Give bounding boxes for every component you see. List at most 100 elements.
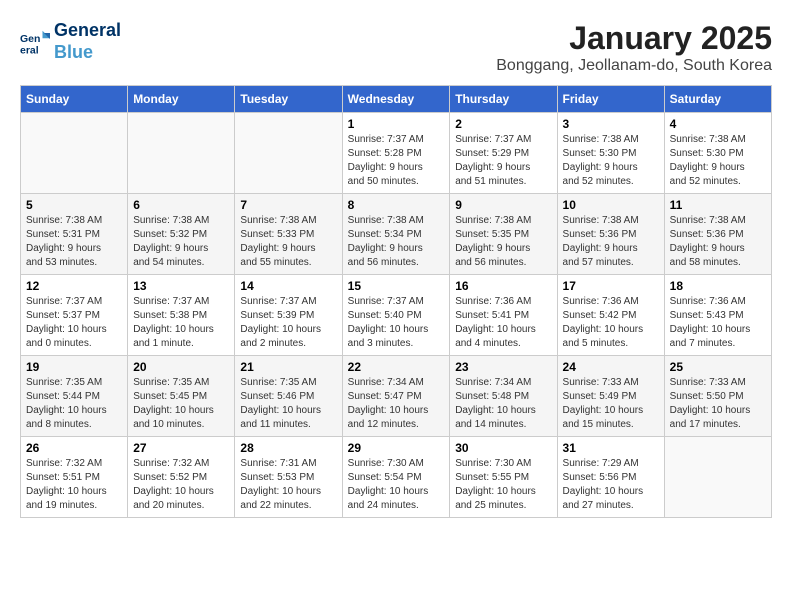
week-row-5: 26Sunrise: 7:32 AM Sunset: 5:51 PM Dayli… <box>21 437 772 518</box>
calendar-cell: 8 Sunrise: 7:38 AM Sunset: 5:34 PM Daylig… <box>342 194 450 275</box>
calendar-cell: 23 Sunrise: 7:34 AM Sunset: 5:48 PM Dayli… <box>450 356 557 437</box>
weekday-header-wednesday: Wednesday <box>342 86 450 113</box>
calendar-cell: 3Sunrise: 7:38 AM Sunset: 5:30 PM Daylig… <box>557 113 664 194</box>
day-info: Sunrise: 7:38 AM Sunset: 5:31 PM Dayligh… <box>26 214 122 270</box>
day-number: 5 <box>26 198 122 212</box>
day-number: 2 <box>455 117 551 131</box>
day-info: Sunrise: 7:38 AM Sunset: 5:32 PM Dayligh… <box>133 214 229 270</box>
weekday-header-row: SundayMondayTuesdayWednesdayThursdayFrid… <box>21 86 772 113</box>
calendar-cell: 13Sunrise: 7:37 AM Sunset: 5:38 PM Dayli… <box>128 275 235 356</box>
day-info: Sunrise: 7:35 AM Sunset: 5:45 PM Dayligh… <box>133 376 229 432</box>
month-title: January 2025 <box>496 20 772 57</box>
title-area: January 2025 Bonggang, Jeollanam-do, Sou… <box>496 20 772 75</box>
day-number: 1 <box>348 117 445 131</box>
calendar-cell: 21 Sunrise: 7:35 AM Sunset: 5:46 PM Dayli… <box>235 356 342 437</box>
calendar-cell: 22 Sunrise: 7:34 AM Sunset: 5:47 PM Dayli… <box>342 356 450 437</box>
week-row-1: 1 Sunrise: 7:37 AM Sunset: 5:28 PM Daylig… <box>21 113 772 194</box>
day-number: 27 <box>133 441 229 455</box>
day-number: 19 <box>26 360 122 374</box>
logo-line2: Blue <box>54 42 121 64</box>
weekday-header-saturday: Saturday <box>664 86 771 113</box>
day-number: 24 <box>563 360 659 374</box>
calendar-cell: 19Sunrise: 7:35 AM Sunset: 5:44 PM Dayli… <box>21 356 128 437</box>
calendar-cell: 11 Sunrise: 7:38 AM Sunset: 5:36 PM Dayli… <box>664 194 771 275</box>
calendar-cell: 28 Sunrise: 7:31 AM Sunset: 5:53 PM Dayli… <box>235 437 342 518</box>
day-number: 30 <box>455 441 551 455</box>
day-info: Sunrise: 7:35 AM Sunset: 5:46 PM Dayligh… <box>240 376 336 432</box>
day-number: 11 <box>670 198 766 212</box>
day-info: Sunrise: 7:38 AM Sunset: 5:36 PM Dayligh… <box>563 214 659 270</box>
day-number: 7 <box>240 198 336 212</box>
svg-text:eral: eral <box>20 44 39 56</box>
day-info: Sunrise: 7:37 AM Sunset: 5:29 PM Dayligh… <box>455 133 551 189</box>
day-number: 17 <box>563 279 659 293</box>
day-number: 23 <box>455 360 551 374</box>
week-row-4: 19Sunrise: 7:35 AM Sunset: 5:44 PM Dayli… <box>21 356 772 437</box>
logo-text: General Blue <box>54 20 121 63</box>
day-number: 31 <box>563 441 659 455</box>
calendar-cell: 29Sunrise: 7:30 AM Sunset: 5:54 PM Dayli… <box>342 437 450 518</box>
calendar-cell: 20Sunrise: 7:35 AM Sunset: 5:45 PM Dayli… <box>128 356 235 437</box>
weekday-header-thursday: Thursday <box>450 86 557 113</box>
weekday-header-monday: Monday <box>128 86 235 113</box>
weekday-header-sunday: Sunday <box>21 86 128 113</box>
calendar-cell: 15Sunrise: 7:37 AM Sunset: 5:40 PM Dayli… <box>342 275 450 356</box>
day-number: 26 <box>26 441 122 455</box>
day-number: 21 <box>240 360 336 374</box>
day-info: Sunrise: 7:38 AM Sunset: 5:34 PM Dayligh… <box>348 214 445 270</box>
day-info: Sunrise: 7:38 AM Sunset: 5:30 PM Dayligh… <box>563 133 659 189</box>
day-info: Sunrise: 7:37 AM Sunset: 5:38 PM Dayligh… <box>133 295 229 351</box>
day-info: Sunrise: 7:37 AM Sunset: 5:39 PM Dayligh… <box>240 295 336 351</box>
calendar-cell: 25 Sunrise: 7:33 AM Sunset: 5:50 PM Dayli… <box>664 356 771 437</box>
day-info: Sunrise: 7:29 AM Sunset: 5:56 PM Dayligh… <box>563 457 659 513</box>
calendar-cell: 27Sunrise: 7:32 AM Sunset: 5:52 PM Dayli… <box>128 437 235 518</box>
day-number: 12 <box>26 279 122 293</box>
day-info: Sunrise: 7:37 AM Sunset: 5:28 PM Dayligh… <box>348 133 445 189</box>
day-number: 22 <box>348 360 445 374</box>
calendar-cell: 12 Sunrise: 7:37 AM Sunset: 5:37 PM Dayli… <box>21 275 128 356</box>
calendar-cell <box>664 437 771 518</box>
page-header: Gen eral General Blue January 2025 Bongg… <box>20 20 772 75</box>
day-info: Sunrise: 7:38 AM Sunset: 5:30 PM Dayligh… <box>670 133 766 189</box>
calendar-cell: 9 Sunrise: 7:38 AM Sunset: 5:35 PM Daylig… <box>450 194 557 275</box>
day-info: Sunrise: 7:36 AM Sunset: 5:43 PM Dayligh… <box>670 295 766 351</box>
day-info: Sunrise: 7:31 AM Sunset: 5:53 PM Dayligh… <box>240 457 336 513</box>
calendar-table: SundayMondayTuesdayWednesdayThursdayFrid… <box>20 85 772 518</box>
calendar-cell: 6Sunrise: 7:38 AM Sunset: 5:32 PM Daylig… <box>128 194 235 275</box>
weekday-header-tuesday: Tuesday <box>235 86 342 113</box>
day-number: 9 <box>455 198 551 212</box>
day-number: 16 <box>455 279 551 293</box>
week-row-2: 5 Sunrise: 7:38 AM Sunset: 5:31 PM Daylig… <box>21 194 772 275</box>
day-info: Sunrise: 7:33 AM Sunset: 5:49 PM Dayligh… <box>563 376 659 432</box>
day-info: Sunrise: 7:34 AM Sunset: 5:48 PM Dayligh… <box>455 376 551 432</box>
calendar-cell: 30 Sunrise: 7:30 AM Sunset: 5:55 PM Dayli… <box>450 437 557 518</box>
day-number: 8 <box>348 198 445 212</box>
calendar-cell: 16 Sunrise: 7:36 AM Sunset: 5:41 PM Dayli… <box>450 275 557 356</box>
calendar-cell: 24 Sunrise: 7:33 AM Sunset: 5:49 PM Dayli… <box>557 356 664 437</box>
calendar-cell: 31 Sunrise: 7:29 AM Sunset: 5:56 PM Dayli… <box>557 437 664 518</box>
day-number: 29 <box>348 441 445 455</box>
logo-icon: Gen eral <box>20 27 50 57</box>
day-number: 28 <box>240 441 336 455</box>
weekday-header-friday: Friday <box>557 86 664 113</box>
day-info: Sunrise: 7:37 AM Sunset: 5:37 PM Dayligh… <box>26 295 122 351</box>
day-number: 15 <box>348 279 445 293</box>
calendar-cell <box>128 113 235 194</box>
day-number: 10 <box>563 198 659 212</box>
day-info: Sunrise: 7:38 AM Sunset: 5:35 PM Dayligh… <box>455 214 551 270</box>
day-number: 25 <box>670 360 766 374</box>
day-info: Sunrise: 7:36 AM Sunset: 5:41 PM Dayligh… <box>455 295 551 351</box>
day-info: Sunrise: 7:38 AM Sunset: 5:33 PM Dayligh… <box>240 214 336 270</box>
day-info: Sunrise: 7:30 AM Sunset: 5:55 PM Dayligh… <box>455 457 551 513</box>
day-info: Sunrise: 7:34 AM Sunset: 5:47 PM Dayligh… <box>348 376 445 432</box>
calendar-cell <box>21 113 128 194</box>
calendar-cell: 26Sunrise: 7:32 AM Sunset: 5:51 PM Dayli… <box>21 437 128 518</box>
day-info: Sunrise: 7:38 AM Sunset: 5:36 PM Dayligh… <box>670 214 766 270</box>
week-row-3: 12 Sunrise: 7:37 AM Sunset: 5:37 PM Dayli… <box>21 275 772 356</box>
calendar-cell: 4Sunrise: 7:38 AM Sunset: 5:30 PM Daylig… <box>664 113 771 194</box>
day-info: Sunrise: 7:33 AM Sunset: 5:50 PM Dayligh… <box>670 376 766 432</box>
logo-line1: General <box>54 20 121 42</box>
calendar-cell: 10 Sunrise: 7:38 AM Sunset: 5:36 PM Dayli… <box>557 194 664 275</box>
day-number: 14 <box>240 279 336 293</box>
day-number: 18 <box>670 279 766 293</box>
